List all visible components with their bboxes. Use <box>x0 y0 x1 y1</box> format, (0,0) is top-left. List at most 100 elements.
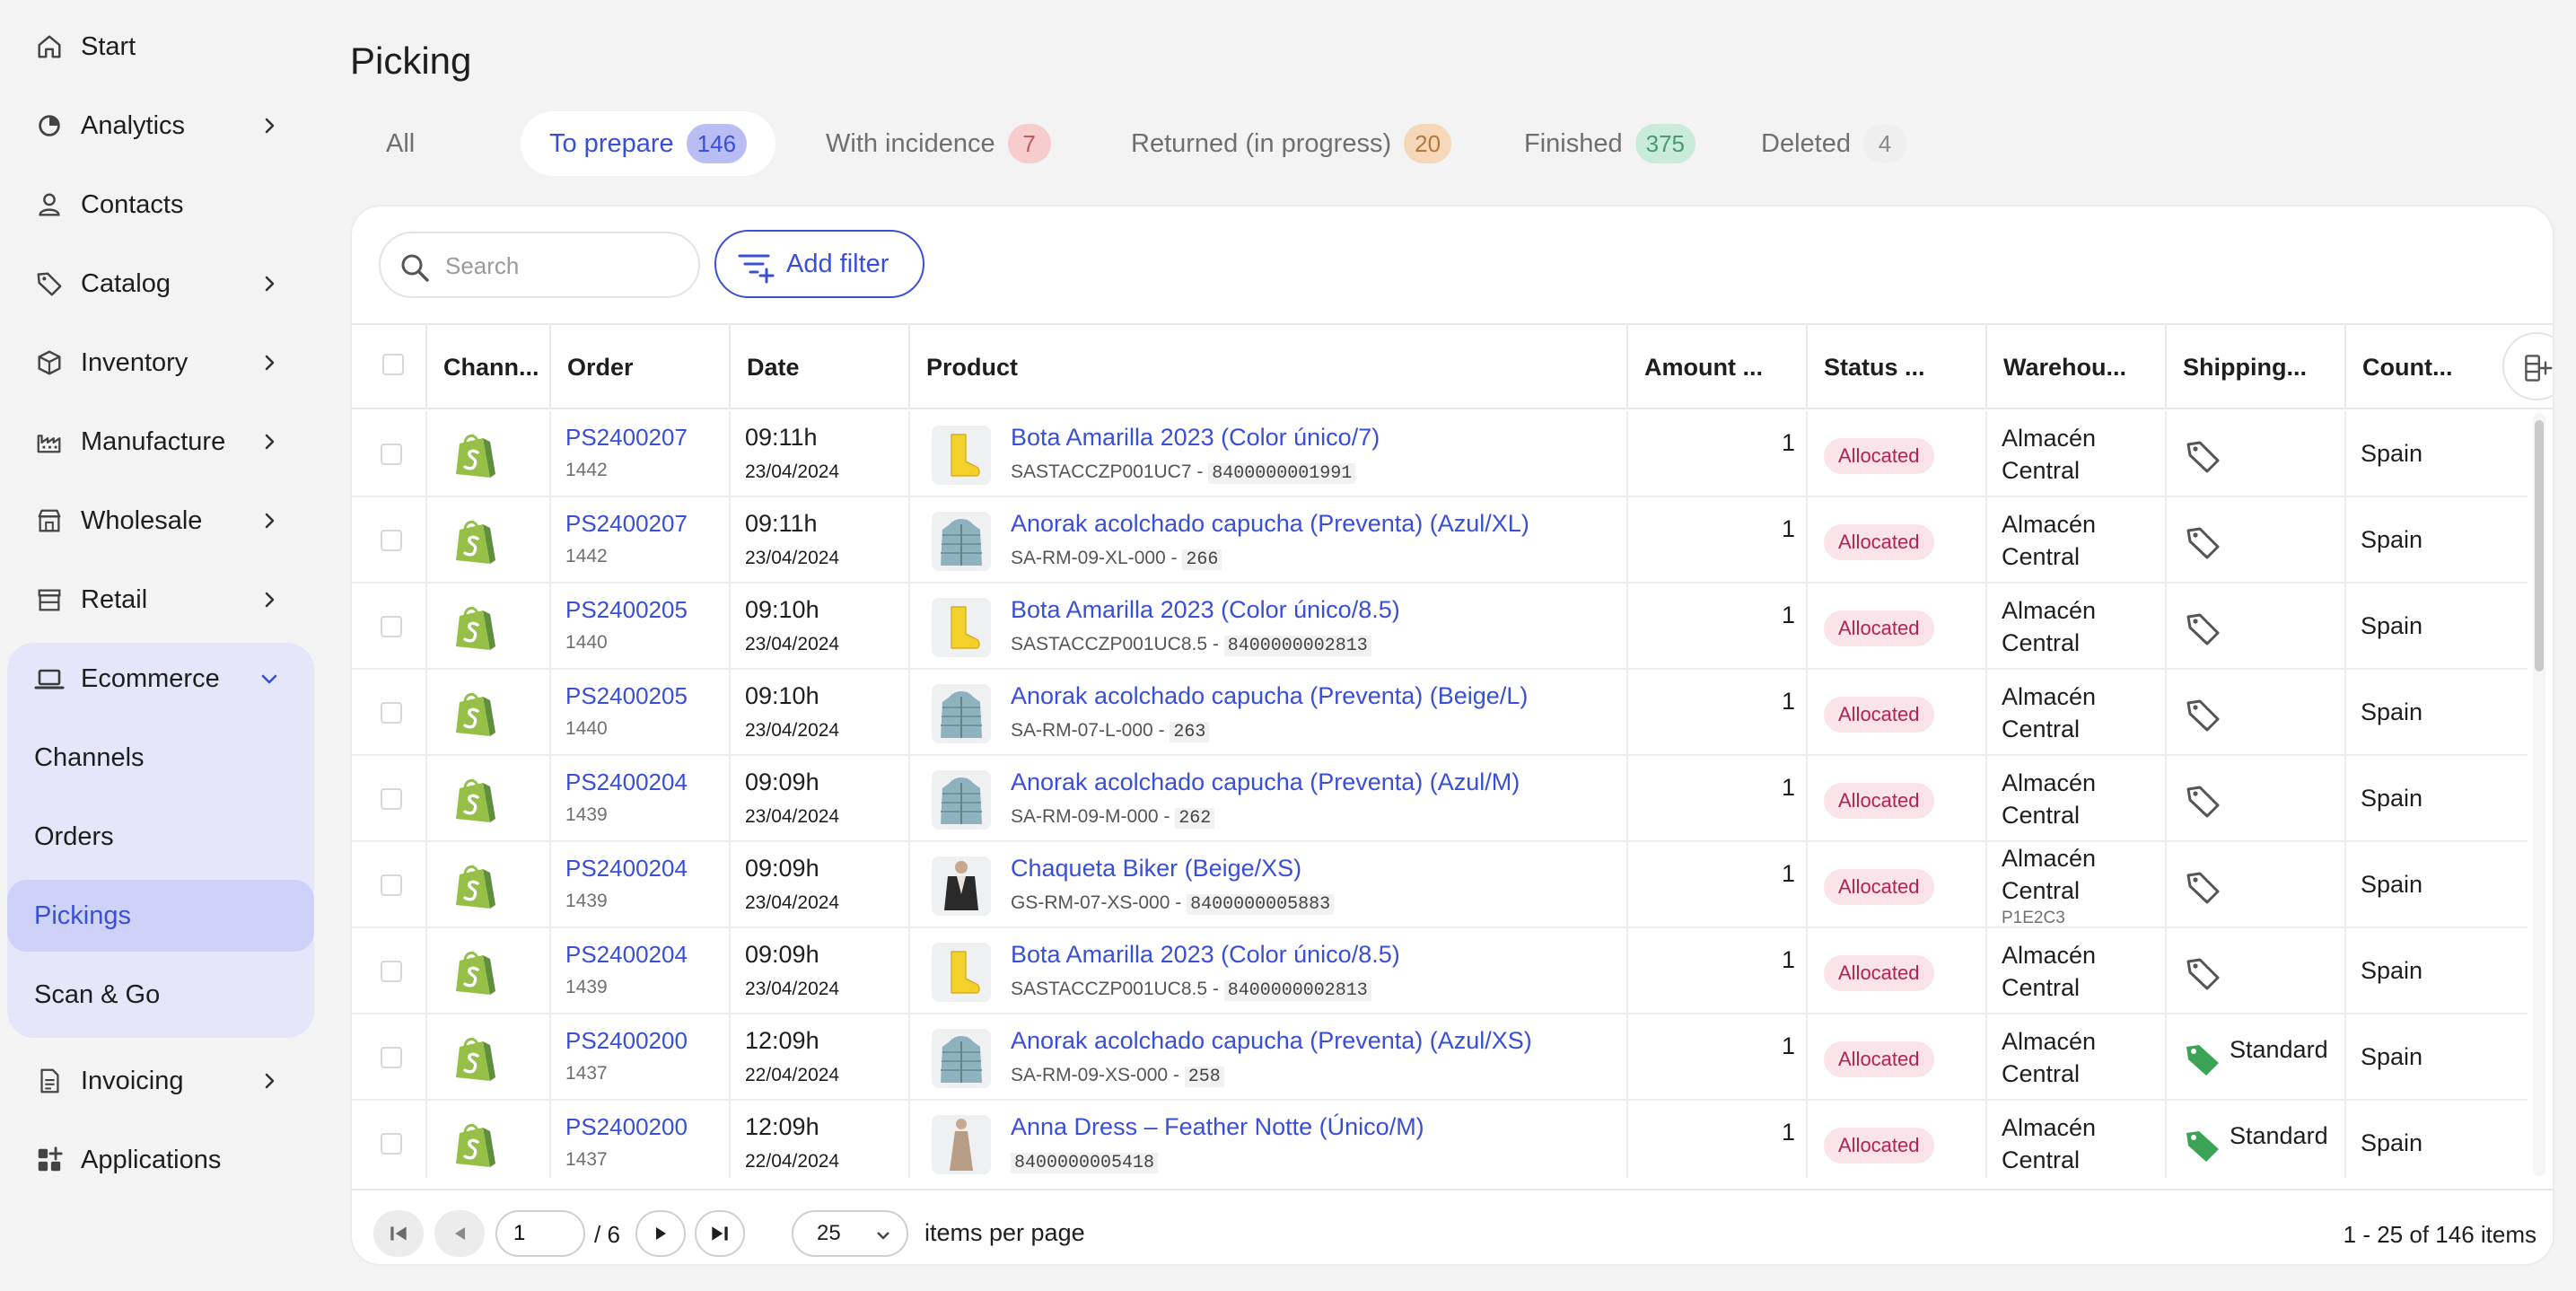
sidebar-item-start[interactable]: Start <box>0 18 305 75</box>
sidebar-item-inventory[interactable]: Inventory <box>0 334 305 391</box>
row-checkbox[interactable] <box>381 788 402 810</box>
warehouse-cell: Almacén Central <box>1985 411 2165 497</box>
order-link[interactable]: PS2400204 <box>565 768 688 796</box>
table-row[interactable]: PS2400205 1440 09:10h 23/04/2024 Bota Amaril… <box>352 584 2528 670</box>
sidebar-subitem-orders[interactable]: Orders <box>7 801 314 873</box>
order-link[interactable]: PS2400207 <box>565 510 688 538</box>
tab-label: Returned (in progress) <box>1131 128 1392 158</box>
shopify-icon <box>456 1124 495 1167</box>
product-link[interactable]: Anorak acolchado capucha (Preventa) (Azu… <box>1011 510 1529 538</box>
chevron-down-icon <box>877 1232 889 1240</box>
order-link[interactable]: PS2400204 <box>565 855 688 883</box>
table-row[interactable]: PS2400204 1439 09:09h 23/04/2024 Chaqueta Bi… <box>352 842 2528 928</box>
row-checkbox[interactable] <box>381 444 402 465</box>
table-row[interactable]: PS2400207 1442 09:11h 23/04/2024 Bota Amaril… <box>352 411 2528 497</box>
product-link[interactable]: Chaqueta Biker (Beige/XS) <box>1011 855 1301 883</box>
sidebar-item-retail[interactable]: Retail <box>0 571 305 628</box>
order-time: 09:11h <box>745 424 818 451</box>
order-time: 09:11h <box>745 510 818 537</box>
product-link[interactable]: Anna Dress – Feather Notte (Único/M) <box>1011 1113 1424 1141</box>
sku-text: GS-RM-07-XS-000 <box>1011 892 1170 913</box>
sidebar-item-contacts[interactable]: Contacts <box>0 176 305 233</box>
tab-deleted[interactable]: Deleted 4 <box>1761 111 1906 176</box>
amount-value: 1 <box>1781 688 1795 715</box>
sidebar-subitem-pickings[interactable]: Pickings <box>7 880 314 952</box>
shipping-tag-icon <box>2186 699 2220 732</box>
table-row[interactable]: PS2400207 1442 09:11h 23/04/2024 Anorak acol… <box>352 497 2528 584</box>
sidebar-item-label: Invoicing <box>81 1066 184 1095</box>
warehouse-cell: Almacén Central <box>1985 928 2165 1014</box>
product-sku: SA-RM-07-L-000 - 263 <box>1011 720 1210 742</box>
row-checkbox[interactable] <box>381 702 402 724</box>
order-number: 1437 <box>565 1149 608 1170</box>
channel-cell <box>425 497 549 584</box>
table-row[interactable]: PS2400200 1437 12:09h 22/04/2024 Anorak acol… <box>352 1014 2528 1101</box>
tab-all[interactable]: All <box>386 111 415 176</box>
order-link[interactable]: PS2400205 <box>565 682 688 710</box>
status-cell: Allocated <box>1806 497 1985 584</box>
sidebar-item-catalog[interactable]: Catalog <box>0 255 305 312</box>
country-cell: Spain <box>2344 928 2528 1014</box>
status-cell: Allocated <box>1806 928 1985 1014</box>
sidebar-item-manufacture[interactable]: Manufacture <box>0 413 305 470</box>
scrollbar-thumb[interactable] <box>2535 420 2544 672</box>
product-link[interactable]: Bota Amarilla 2023 (Color único/8.5) <box>1011 941 1400 969</box>
product-link[interactable]: Bota Amarilla 2023 (Color único/7) <box>1011 424 1380 452</box>
shipping-tag-icon <box>2186 872 2220 904</box>
order-link[interactable]: PS2400200 <box>565 1113 688 1141</box>
row-checkbox[interactable] <box>381 1047 402 1068</box>
row-select-cell <box>352 584 425 670</box>
table-row[interactable]: PS2400200 1437 12:09h 22/04/2024 Anna Dress … <box>352 1101 2528 1178</box>
tab-finished[interactable]: Finished 375 <box>1524 111 1696 176</box>
prev-page-button[interactable] <box>434 1210 485 1257</box>
row-checkbox[interactable] <box>381 1133 402 1155</box>
status-badge: Allocated <box>1824 610 1934 646</box>
shipping-cell: Standard <box>2165 1014 2344 1101</box>
row-select-cell <box>352 928 425 1014</box>
first-page-button[interactable] <box>373 1210 424 1257</box>
country-name: Spain <box>2361 612 2423 639</box>
next-page-button[interactable] <box>635 1210 686 1257</box>
sidebar-item-analytics[interactable]: Analytics <box>0 97 305 154</box>
sidebar-item-invoicing[interactable]: Invoicing <box>0 1052 305 1110</box>
barcode: 8400000002813 <box>1223 636 1371 656</box>
tab-to-prepare[interactable]: To prepare 146 <box>521 111 776 176</box>
table-row[interactable]: PS2400205 1440 09:10h 23/04/2024 Anorak acol… <box>352 670 2528 756</box>
chevron-right-icon <box>265 118 275 134</box>
product-link[interactable]: Anorak acolchado capucha (Preventa) (Azu… <box>1011 768 1520 796</box>
product-link[interactable]: Anorak acolchado capucha (Preventa) (Azu… <box>1011 1027 1532 1055</box>
channel-cell <box>425 670 549 756</box>
order-link[interactable]: PS2400204 <box>565 941 688 969</box>
row-checkbox[interactable] <box>381 874 402 896</box>
product-link[interactable]: Anorak acolchado capucha (Preventa) (Bei… <box>1011 682 1528 710</box>
items-per-page-select[interactable]: 25 <box>792 1210 908 1257</box>
sidebar-item-applications[interactable]: Applications <box>0 1131 305 1189</box>
table-row[interactable]: PS2400204 1439 09:09h 23/04/2024 Bota Amaril… <box>352 928 2528 1014</box>
tab-with-incidence[interactable]: With incidence 7 <box>826 111 1051 176</box>
sidebar-item-ecommerce[interactable]: Ecommerce <box>0 650 305 707</box>
date-cell: 09:09h 23/04/2024 <box>729 756 908 842</box>
table-row[interactable]: PS2400204 1439 09:09h 23/04/2024 Anorak acol… <box>352 756 2528 842</box>
row-checkbox[interactable] <box>381 530 402 551</box>
order-link[interactable]: PS2400207 <box>565 424 688 452</box>
channel-cell <box>425 756 549 842</box>
vertical-scrollbar[interactable] <box>2533 413 2545 1176</box>
factory-icon <box>37 435 61 453</box>
country-name: Spain <box>2361 440 2423 467</box>
tab-returned-in-progress[interactable]: Returned (in progress) 20 <box>1131 111 1452 176</box>
row-checkbox[interactable] <box>381 961 402 982</box>
shipping-cell <box>2165 584 2344 670</box>
sidebar-subitem-scan-go[interactable]: Scan & Go <box>7 959 314 1031</box>
order-number: 1442 <box>565 546 608 566</box>
row-checkbox[interactable] <box>381 616 402 637</box>
sidebar-item-wholesale[interactable]: Wholesale <box>0 492 305 549</box>
order-link[interactable]: PS2400205 <box>565 596 688 624</box>
table-body: PS2400207 1442 09:11h 23/04/2024 Bota Amaril… <box>352 206 2528 1178</box>
sidebar-subitem-channels[interactable]: Channels <box>7 722 314 794</box>
page-number-input[interactable] <box>495 1210 585 1257</box>
sidebar-item-label: Ecommerce <box>81 663 220 693</box>
product-link[interactable]: Bota Amarilla 2023 (Color único/8.5) <box>1011 596 1400 624</box>
shipping-cell <box>2165 842 2344 928</box>
order-link[interactable]: PS2400200 <box>565 1027 688 1055</box>
last-page-button[interactable] <box>695 1210 745 1257</box>
